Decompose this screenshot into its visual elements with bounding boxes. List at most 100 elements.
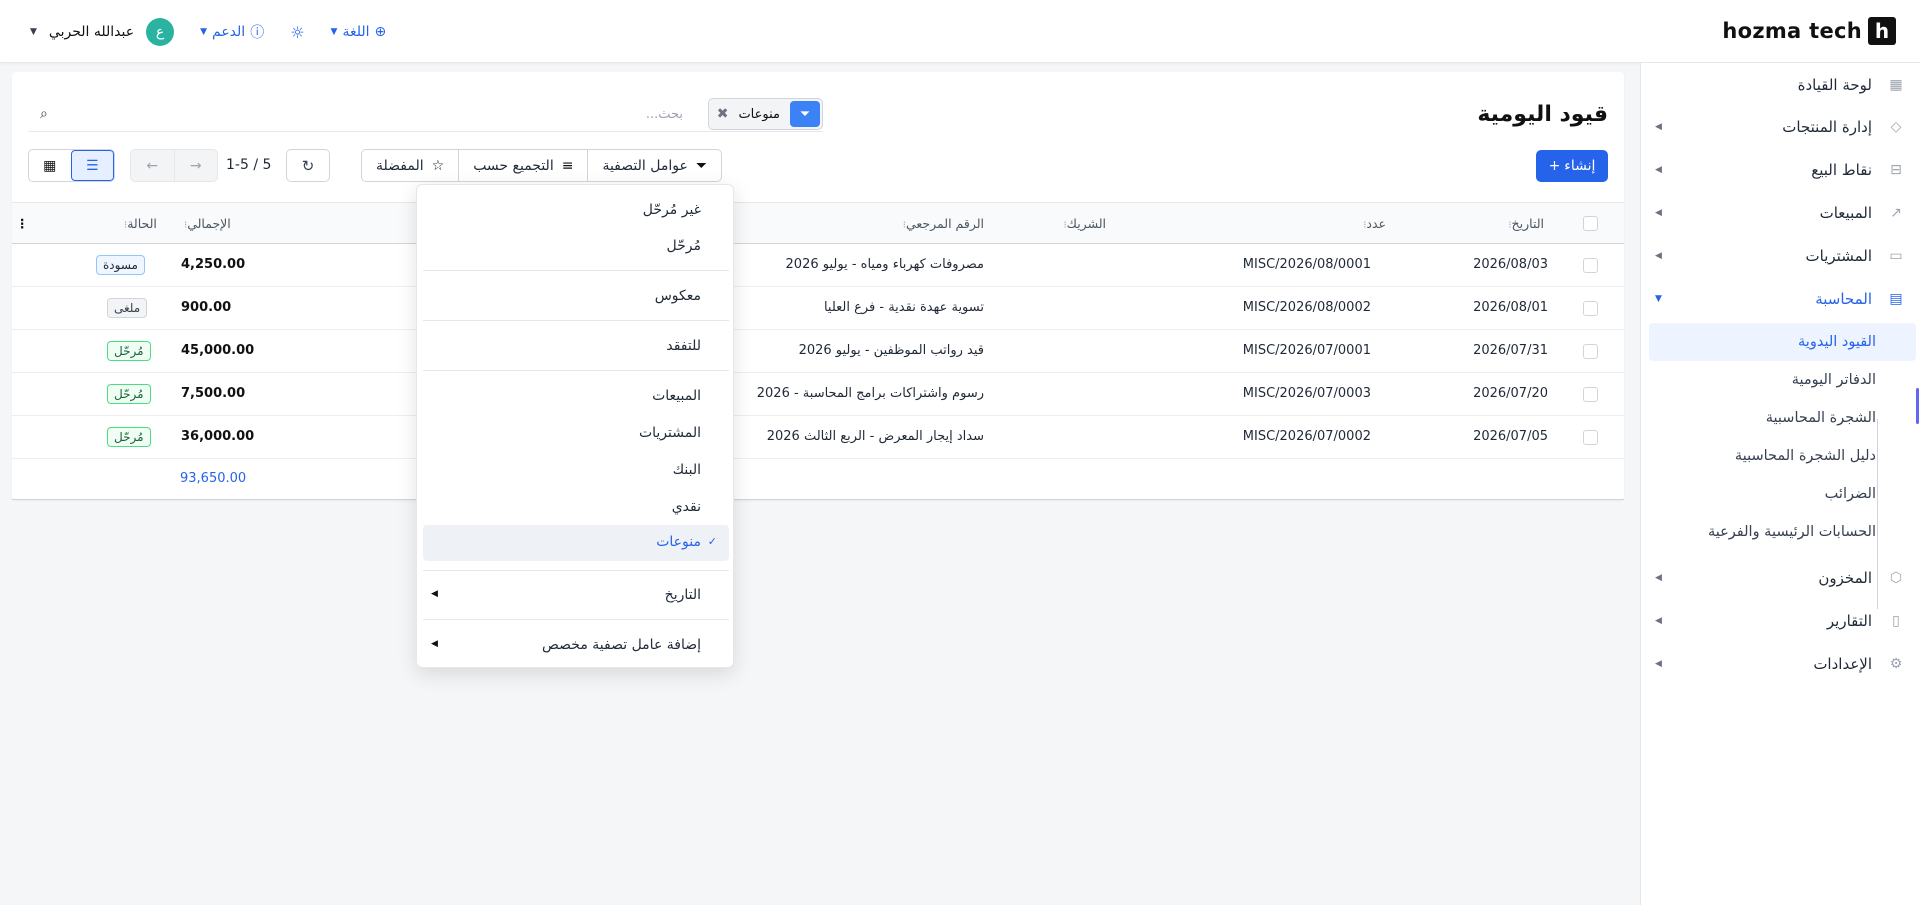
sidebar-subitem-accounts-guide[interactable]: دليل الشجرة المحاسبية — [1641, 437, 1920, 475]
active-filter-facet: ⏷ منوعات ✖ — [707, 98, 823, 130]
theme-toggle-sun-icon[interactable]: ☼ — [290, 23, 304, 42]
sidebar-item-label: المخزون — [1818, 569, 1872, 587]
column-header-partner[interactable]: ⁝الشريك — [1059, 216, 1106, 231]
store-icon: ⊟ — [1890, 162, 1902, 178]
favorites-button[interactable]: ☆ المفضلة — [362, 150, 458, 181]
search-icon[interactable]: ⌕ — [40, 106, 48, 122]
journal-entries-panel: قيود اليومية ⌕ ⏷ منوعات ✖ + إنشاء ⏷ عوام… — [12, 72, 1624, 500]
cell-reference: قيد رواتب الموظفين - يوليو 2026 — [798, 343, 984, 358]
cell-date: 2026/07/05 — [1473, 429, 1548, 444]
table-row[interactable]: 2026/07/31 MISC/2026/07/0001 قيد رواتب ا… — [12, 330, 1624, 373]
sidebar-item-products[interactable]: ◇ إدارة المنتجات ◀ — [1641, 107, 1920, 147]
sidebar-subitem-label: القيود اليدوية — [1798, 334, 1876, 350]
column-header-status[interactable]: ⁝الحالة — [120, 216, 157, 231]
kanban-view-button[interactable]: ▦ — [29, 150, 71, 181]
sidebar-item-inventory[interactable]: ⬡ المخزون ◀ — [1641, 558, 1920, 598]
sidebar-item-label: التقارير — [1826, 612, 1872, 630]
grand-total: 93,650.00 — [180, 471, 247, 486]
remove-facet-icon[interactable]: ✖ — [717, 106, 729, 122]
filter-option-to-check[interactable]: للتفقد — [423, 329, 729, 365]
status-badge: مسودة — [96, 255, 145, 275]
table-row[interactable]: 2026/07/05 MISC/2026/07/0002 سداد إيجار … — [12, 416, 1624, 459]
sidebar-item-purchases[interactable]: ▭ المشتريات ◀ — [1641, 236, 1920, 276]
sidebar-item-sales[interactable]: ↗ المبيعات ◀ — [1641, 193, 1920, 233]
sidebar-item-accounting[interactable]: ▤ المحاسبة ▼ — [1641, 279, 1920, 319]
group-by-button[interactable]: ≡ التجميع حسب — [458, 150, 587, 181]
row-checkbox[interactable] — [1583, 258, 1598, 273]
filters-button[interactable]: ⏷ عوامل التصفية — [587, 150, 721, 181]
select-all-checkbox[interactable] — [1583, 216, 1598, 231]
pager-previous-button[interactable]: ← — [131, 150, 175, 181]
sidebar-item-label: لوحة القيادة — [1797, 76, 1872, 94]
sidebar-subitem-main-sub-accounts[interactable]: الحسابات الرئيسية والفرعية — [1641, 513, 1920, 551]
column-header-label: التاريخ — [1511, 216, 1544, 231]
sidebar-subitem-manual-entries[interactable]: القيود اليدوية — [1649, 323, 1916, 361]
plus-icon: + — [1548, 158, 1561, 174]
search-input[interactable] — [68, 102, 683, 126]
brand-logo[interactable]: hozma tech h — [1722, 17, 1896, 45]
row-checkbox[interactable] — [1583, 301, 1598, 316]
filter-option-reversed[interactable]: معكوس — [423, 279, 729, 315]
sidebar-item-pos[interactable]: ⊟ نقاط البيع ◀ — [1641, 150, 1920, 190]
filter-option-posted[interactable]: مُرحّل — [423, 229, 729, 265]
cell-number: MISC/2026/07/0002 — [1242, 429, 1371, 444]
language-menu[interactable]: ▼ اللغة ⊕ — [331, 24, 387, 40]
column-header-reference[interactable]: ⁝الرقم المرجعي — [899, 216, 984, 231]
filter-option-bank[interactable]: البنك — [423, 453, 729, 489]
chevron-down-icon: ▼ — [200, 27, 207, 37]
brand-mark-icon: h — [1868, 17, 1896, 45]
sidebar-item-reports[interactable]: ▯ التقارير ◀ — [1641, 601, 1920, 641]
filter-option-date[interactable]: ◀ التاريخ — [423, 578, 729, 614]
column-options-icon[interactable]: ⋮ — [16, 216, 29, 231]
pager-next-button[interactable]: → — [175, 150, 218, 181]
cell-reference: رسوم واشتراكات برامج المحاسبة - 2026 — [756, 386, 984, 401]
filter-option-misc[interactable]: ✓ منوعات — [423, 525, 729, 561]
filter-option-purchases[interactable]: المشتريات — [423, 416, 729, 452]
cell-total: 45,000.00 — [181, 343, 255, 358]
status-badge: مُرحّل — [107, 341, 151, 361]
sidebar-subitem-label: الدفاتر اليومية — [1791, 372, 1876, 388]
column-header-total[interactable]: ⁝الإجمالي — [180, 216, 231, 231]
table-row[interactable]: 2026/07/20 MISC/2026/07/0003 رسوم واشترا… — [12, 373, 1624, 416]
sidebar-subitem-chart-of-accounts[interactable]: الشجرة المحاسبية — [1641, 399, 1920, 437]
filter-option-sales[interactable]: المبيعات — [423, 379, 729, 415]
sidebar-subitem-label: دليل الشجرة المحاسبية — [1734, 448, 1876, 464]
chart-icon: ↗ — [1890, 205, 1902, 221]
row-checkbox[interactable] — [1583, 344, 1598, 359]
submenu-arrow-icon: ◀ — [431, 639, 438, 649]
sidebar-subitem-taxes[interactable]: الضرائب — [1641, 475, 1920, 513]
status-badge: مُرحّل — [107, 384, 151, 404]
column-header-number[interactable]: ⁝عدد — [1359, 216, 1386, 231]
sidebar-item-dashboard[interactable]: ▦ لوحة القيادة — [1641, 65, 1920, 105]
refresh-button[interactable]: ↻ — [286, 149, 330, 182]
column-header-label: الإجمالي — [187, 216, 231, 231]
column-header-label: الشريك — [1066, 216, 1106, 231]
support-menu[interactable]: ▼ الدعم ⓘ — [200, 22, 264, 42]
sidebar-subitem-journals[interactable]: الدفاتر اليومية — [1641, 361, 1920, 399]
expand-arrow-icon: ◀ — [1655, 122, 1662, 132]
row-checkbox[interactable] — [1583, 387, 1598, 402]
add-custom-filter[interactable]: ◀ إضافة عامل تصفية مخصص — [423, 628, 729, 664]
avatar: ع — [146, 18, 175, 46]
search-bar: ⌕ ⏷ منوعات ✖ — [28, 96, 823, 132]
row-checkbox[interactable] — [1583, 430, 1598, 445]
column-header-date[interactable]: ⁝التاريخ — [1504, 216, 1544, 231]
user-menu[interactable]: ▼ عبدالله الحربي ع — [30, 18, 175, 46]
filters-label: عوامل التصفية — [602, 157, 688, 174]
cell-total: 36,000.00 — [181, 429, 255, 444]
sidebar-item-settings[interactable]: ⚙ الإعدادات ◀ — [1641, 644, 1920, 684]
list-view-button[interactable]: ☰ — [70, 150, 114, 181]
table-row[interactable]: 2026/08/03 MISC/2026/08/0001 مصروفات كهر… — [12, 244, 1624, 287]
cell-number: MISC/2026/07/0003 — [1242, 386, 1371, 401]
create-button[interactable]: + إنشاء — [1536, 150, 1608, 182]
table-row[interactable]: 2026/08/01 MISC/2026/08/0002 تسوية عهدة … — [12, 287, 1624, 330]
cell-total: 7,500.00 — [181, 386, 246, 401]
cell-date: 2026/07/31 — [1473, 343, 1548, 358]
filter-option-cash[interactable]: نقدي — [423, 490, 729, 526]
list-icon: ☰ — [85, 157, 99, 174]
filter-option-unposted[interactable]: غير مُرحّل — [423, 193, 729, 229]
sidebar-item-label: المحاسبة — [1815, 290, 1872, 308]
pager-value[interactable]: 1-5 / 5 — [226, 157, 271, 173]
filter-option-label: المشتريات — [638, 425, 701, 441]
sidebar-subitem-label: الحسابات الرئيسية والفرعية — [1707, 524, 1876, 540]
